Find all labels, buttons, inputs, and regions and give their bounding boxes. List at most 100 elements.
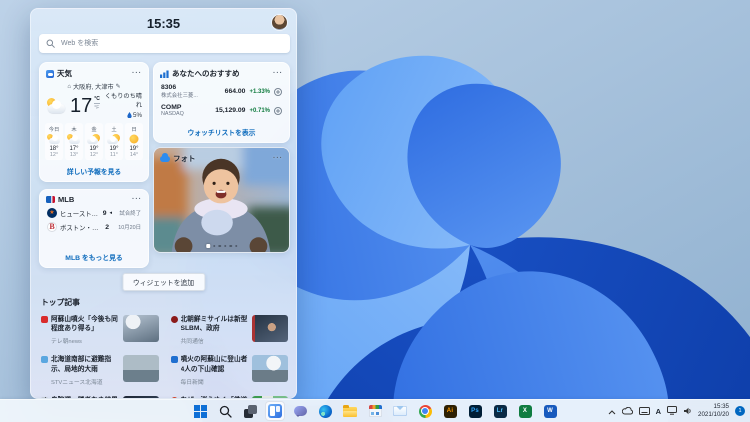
- stock-row[interactable]: COMP NASDAQ 15,129.09 +0.71%: [154, 101, 289, 119]
- mlb-widget[interactable]: MLB ··· ★ ヒューストンアスト... 9 ◂ 試合終了 B ボストン・レ…: [39, 189, 149, 268]
- task-view-button[interactable]: [240, 401, 260, 421]
- current-temp: 17: [70, 96, 92, 116]
- system-tray: A 15:35 2021/10/20 1: [608, 400, 745, 422]
- mlb-logo-icon: [46, 196, 55, 203]
- edge-button[interactable]: [315, 401, 335, 421]
- photos-widget[interactable]: フォト ···: [153, 147, 290, 253]
- keyboard-icon: [639, 407, 650, 415]
- chevron-up-icon: [608, 410, 616, 415]
- illustrator-button[interactable]: Ai: [440, 401, 460, 421]
- weather-detail-link[interactable]: 詳しい予報を見る: [40, 162, 148, 181]
- weather-widget-icon: [46, 70, 54, 78]
- forecast-day[interactable]: 土 19° 11°: [105, 123, 123, 161]
- news-header: トップ記事: [41, 297, 288, 308]
- chat-icon: [294, 406, 307, 417]
- edge-icon: [319, 405, 332, 418]
- chrome-button[interactable]: [415, 401, 435, 421]
- folder-icon: [343, 407, 357, 417]
- taskbar-search-button[interactable]: [215, 401, 235, 421]
- onedrive-tray-button[interactable]: [622, 402, 633, 420]
- ime-mode-button[interactable]: A: [656, 407, 661, 416]
- word-icon: W: [544, 405, 557, 418]
- stocks-title: あなたへのおすすめ: [172, 68, 240, 79]
- mlb-game-row[interactable]: ★ ヒューストンアスト... 9 ◂ 試合終了: [40, 206, 148, 220]
- winner-arrow-icon: ◂: [109, 210, 112, 216]
- widgets-button[interactable]: [265, 401, 285, 421]
- news-item[interactable]: 噴火の阿蘇山に登山者 4人の下山確認 毎日新聞: [171, 355, 289, 385]
- photo-pagination-dots[interactable]: [206, 244, 238, 248]
- windows-logo-icon: [194, 405, 207, 418]
- network-icon: [667, 406, 677, 415]
- file-explorer-button[interactable]: [340, 401, 360, 421]
- search-icon: [46, 39, 55, 48]
- cloud-icon: [622, 407, 633, 415]
- weather-title: 天気: [57, 68, 72, 79]
- web-search-bar[interactable]: [39, 34, 290, 53]
- add-to-watchlist-button[interactable]: [274, 88, 282, 96]
- mlb-title: MLB: [58, 195, 74, 204]
- watchlist-link[interactable]: ウォッチリストを表示: [154, 123, 289, 142]
- news-item[interactable]: 北朝鮮ミサイルは新型SLBM、政府 共同通信: [171, 315, 289, 345]
- photos-menu-button[interactable]: ···: [273, 155, 283, 162]
- chat-button[interactable]: [290, 401, 310, 421]
- stock-row[interactable]: 8306 株式会社三菱... 664.00 +1.33%: [154, 81, 289, 101]
- mail-button[interactable]: [390, 401, 410, 421]
- illustrator-icon: Ai: [444, 405, 457, 418]
- excel-button[interactable]: X: [515, 401, 535, 421]
- news-thumbnail: [252, 315, 288, 342]
- stocks-menu-button[interactable]: ···: [273, 70, 283, 77]
- add-to-watchlist-button[interactable]: [274, 107, 282, 115]
- weather-menu-button[interactable]: ···: [132, 70, 142, 77]
- droplet-icon: [127, 112, 132, 118]
- mail-icon: [393, 406, 407, 416]
- user-avatar[interactable]: [272, 15, 287, 30]
- word-button[interactable]: W: [540, 401, 560, 421]
- start-button[interactable]: [190, 401, 210, 421]
- store-icon: [369, 405, 382, 417]
- redsox-logo-icon: B: [47, 222, 57, 232]
- unit-toggle[interactable]: °C °F: [94, 96, 100, 111]
- photoshop-icon: Ps: [469, 405, 482, 418]
- stocks-widget[interactable]: あなたへのおすすめ ··· 8306 株式会社三菱... 664.00 +1.3…: [153, 62, 290, 143]
- forecast-day[interactable]: 木 17° 13°: [65, 123, 83, 161]
- news-feed: トップ記事 阿蘇山噴火「今後も同程度あり得る」 テレ朝news: [41, 297, 288, 399]
- news-thumbnail: [123, 355, 159, 382]
- edit-location-icon[interactable]: ✎: [116, 83, 121, 90]
- network-button[interactable]: [667, 402, 677, 420]
- task-view-icon: [244, 405, 257, 418]
- news-thumbnail: [123, 315, 159, 342]
- forecast-day[interactable]: 日 19° 14°: [125, 123, 143, 161]
- forecast-weather-icon: [127, 134, 141, 145]
- news-item[interactable]: 北海道南部に避難指示、局地的大雨 STVニュース北海道: [41, 355, 159, 385]
- stocks-chart-icon: [160, 70, 169, 78]
- precipitation: 5%: [102, 111, 142, 120]
- photos-cloud-icon: [160, 156, 170, 162]
- clock-date-button[interactable]: 15:35 2021/10/20: [698, 403, 729, 419]
- photoshop-button[interactable]: Ps: [465, 401, 485, 421]
- touch-keyboard-button[interactable]: [639, 402, 650, 420]
- mlb-game-row[interactable]: B ボストン・レッドソ... 2 10月20日: [40, 220, 148, 234]
- lightroom-button[interactable]: Lr: [490, 401, 510, 421]
- store-button[interactable]: [365, 401, 385, 421]
- notification-badge[interactable]: 1: [735, 406, 745, 416]
- chrome-icon: [419, 405, 432, 418]
- add-widget-button[interactable]: ウィジェットを追加: [122, 273, 205, 291]
- forecast-weather-icon: [67, 134, 81, 145]
- forecast-day[interactable]: 今日 18° 12°: [45, 123, 63, 161]
- forecast-weather-icon: [107, 134, 121, 145]
- weather-widget[interactable]: 天気 ··· ⌂ 大阪府, 大津市 ✎ 17 °C °F くもりのち: [39, 62, 149, 182]
- hidden-icons-button[interactable]: [608, 402, 616, 420]
- news-thumbnail: [252, 355, 288, 382]
- news-source-icon: [41, 316, 48, 323]
- search-input[interactable]: [59, 39, 283, 48]
- mlb-menu-button[interactable]: ···: [132, 196, 142, 203]
- forecast-day[interactable]: 金 19° 12°: [85, 123, 103, 161]
- astros-logo-icon: ★: [47, 208, 57, 218]
- mlb-more-link[interactable]: MLB をもっと見る: [40, 248, 148, 267]
- home-icon: ⌂: [67, 84, 71, 90]
- excel-icon: X: [519, 405, 532, 418]
- weather-location[interactable]: ⌂ 大阪府, 大津市 ✎: [40, 82, 148, 91]
- news-source-icon: [171, 316, 178, 323]
- volume-button[interactable]: [683, 402, 692, 420]
- news-item[interactable]: 阿蘇山噴火「今後も同程度あり得る」 テレ朝news: [41, 315, 159, 345]
